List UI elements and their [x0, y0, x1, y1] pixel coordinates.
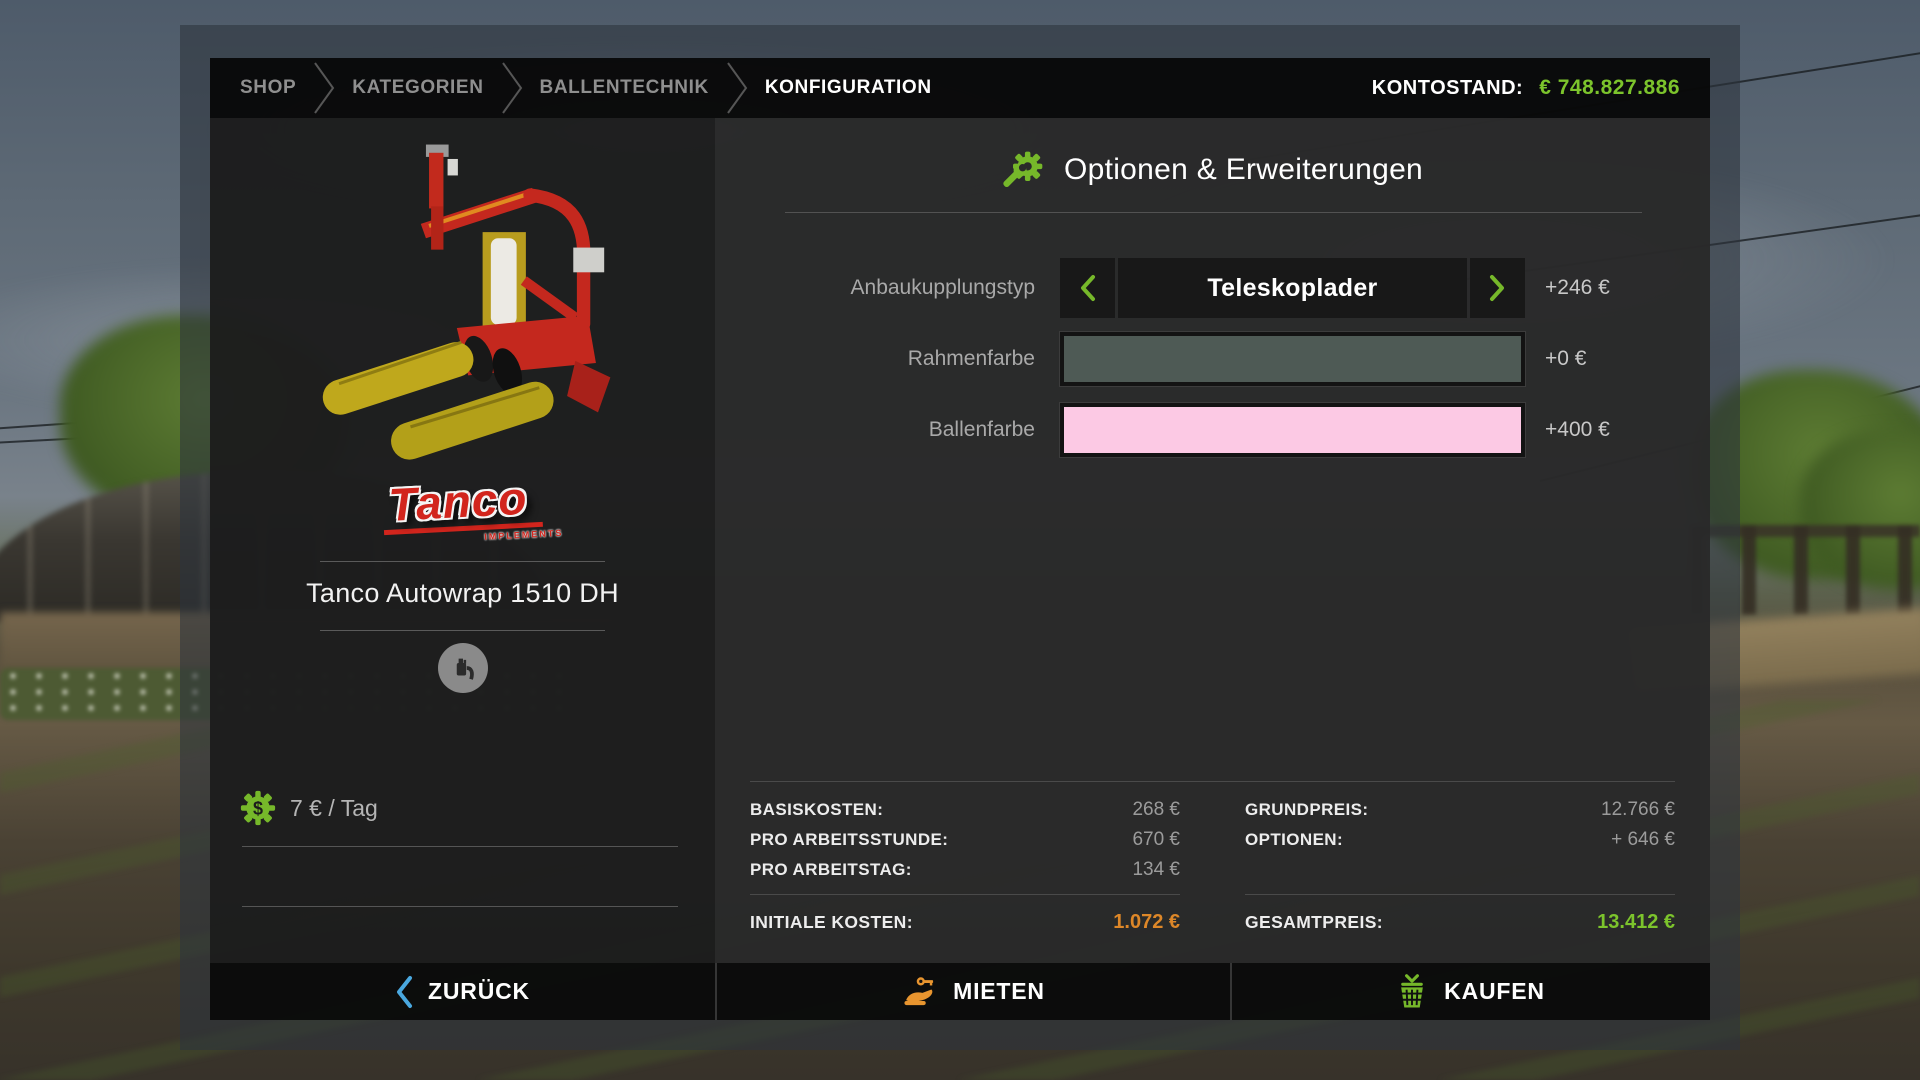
cost-label: PRO ARBEITSTAG: [750, 860, 912, 880]
divider [320, 630, 605, 631]
divider [785, 212, 1642, 213]
breadcrumb-kategorien[interactable]: KATEGORIEN [352, 77, 483, 99]
option-price: +246 € [1545, 276, 1610, 300]
prev-option-button[interactable] [1060, 258, 1115, 318]
dollar-gear-icon: $ [240, 790, 276, 826]
chevron-left-icon [395, 975, 413, 1009]
back-button-label: ZURÜCK [428, 978, 530, 1005]
breadcrumb-shop[interactable]: SHOP [240, 77, 296, 99]
chevron-right-icon [1489, 274, 1506, 302]
cost-row: OPTIONEN: + 646 € [1245, 825, 1675, 855]
brand-logo: Tanco IMPLEMENTS [209, 465, 717, 556]
paint-sprayer-icon [448, 653, 478, 683]
chevron-separator-icon [725, 60, 749, 116]
divider [242, 906, 678, 907]
lease-price: 7 € / Tag [290, 795, 378, 822]
cost-row: PRO ARBEITSTAG: 134 € [750, 855, 1180, 885]
product-panel: Tanco IMPLEMENTS Tanco Autowrap 1510 DH [210, 118, 715, 963]
config-panel: Optionen & Erweiterungen Anbaukupplungst… [715, 118, 1710, 963]
config-row-anbaukupplungstyp: Anbaukupplungstyp Teleskoplader [715, 258, 1710, 318]
lease-costs-column: BASISKOSTEN: 268 € PRO ARBEITSSTUNDE: 67… [750, 795, 1180, 938]
chevron-separator-icon [500, 60, 524, 116]
breadcrumb-ballentechnik[interactable]: BALLENTECHNIK [540, 77, 709, 99]
product-title: Tanco Autowrap 1510 DH [210, 578, 715, 609]
cost-row: GRUNDPREIS: 12.766 € [1245, 795, 1675, 825]
config-row-rahmenfarbe: Rahmenfarbe +0 € [715, 329, 1710, 389]
screen: SHOP KATEGORIEN BALLENTECHNIK KONFIGURAT… [0, 0, 1920, 1080]
brand-logo-text: Tanco [382, 474, 543, 535]
selected-option-value: Teleskoplader [1118, 258, 1467, 318]
cost-label: GRUNDPREIS: [1245, 800, 1368, 820]
back-button[interactable]: ZURÜCK [210, 963, 715, 1020]
lease-price-row: $ 7 € / Tag [240, 790, 378, 826]
purchase-costs-column: GRUNDPREIS: 12.766 € OPTIONEN: + 646 € [1245, 795, 1675, 938]
config-row-label: Anbaukupplungstyp [715, 276, 1035, 300]
divider [750, 894, 1180, 895]
divider [242, 846, 678, 847]
action-bar: ZURÜCK MIETEN [210, 963, 1710, 1020]
config-row-ballenfarbe: Ballenfarbe +400 € [715, 400, 1710, 460]
cost-label: PRO ARBEITSSTUNDE: [750, 830, 948, 850]
next-option-button[interactable] [1470, 258, 1525, 318]
config-title: Optionen & Erweiterungen [1064, 153, 1423, 187]
config-rows: Anbaukupplungstyp Teleskoplader [715, 258, 1710, 471]
balance-label: KONTOSTAND: [1372, 77, 1523, 100]
cost-value: + 646 € [1611, 829, 1675, 851]
config-row-label: Ballenfarbe [715, 418, 1035, 442]
cost-label: BASISKOSTEN: [750, 800, 883, 820]
cost-label: OPTIONEN: [1245, 830, 1343, 850]
options-gear-wrench-icon [1002, 148, 1046, 192]
cost-value: 670 € [1132, 829, 1180, 851]
cost-total-label: INITIALE KOSTEN: [750, 912, 913, 933]
paint-option-badge [438, 643, 488, 693]
option-selector: Teleskoplader [1060, 258, 1525, 318]
frame-color-swatch[interactable] [1060, 332, 1525, 386]
divider [1245, 894, 1675, 895]
rent-button[interactable]: MIETEN [715, 963, 1230, 1020]
divider [320, 561, 605, 562]
chevron-left-icon [1079, 274, 1096, 302]
buy-button[interactable]: KAUFEN [1230, 963, 1708, 1020]
balance-value: € 748.827.886 [1539, 76, 1680, 100]
buy-basket-icon [1395, 973, 1429, 1011]
option-price: +400 € [1545, 418, 1610, 442]
cost-value: 268 € [1132, 799, 1180, 821]
rent-hand-key-icon [902, 974, 938, 1010]
svg-text:$: $ [253, 798, 263, 818]
buy-button-label: KAUFEN [1444, 978, 1545, 1005]
cost-row: PRO ARBEITSSTUNDE: 670 € [750, 825, 1180, 855]
breadcrumb: SHOP KATEGORIEN BALLENTECHNIK KONFIGURAT… [210, 58, 1710, 118]
cost-value: 12.766 € [1601, 799, 1675, 821]
config-header: Optionen & Erweiterungen [715, 148, 1710, 192]
bale-color-swatch[interactable] [1060, 403, 1525, 457]
cost-value: 134 € [1132, 859, 1180, 881]
config-row-label: Rahmenfarbe [715, 347, 1035, 371]
breadcrumb-konfiguration: KONFIGURATION [765, 77, 932, 99]
product-image [262, 126, 662, 466]
cost-total-value: 1.072 € [1113, 911, 1180, 934]
option-price: +0 € [1545, 347, 1586, 371]
chevron-separator-icon [312, 60, 336, 116]
shop-dialog: SHOP KATEGORIEN BALLENTECHNIK KONFIGURAT… [180, 25, 1740, 1050]
cost-row: BASISKOSTEN: 268 € [750, 795, 1180, 825]
rent-button-label: MIETEN [953, 978, 1045, 1005]
cost-summary: BASISKOSTEN: 268 € PRO ARBEITSSTUNDE: 67… [750, 781, 1675, 938]
total-price: GESAMTPREIS: 13.412 € [1245, 906, 1675, 938]
cost-total-label: GESAMTPREIS: [1245, 912, 1383, 933]
account-balance: KONTOSTAND: € 748.827.886 [1372, 76, 1680, 100]
initial-costs-total: INITIALE KOSTEN: 1.072 € [750, 906, 1180, 938]
cost-total-value: 13.412 € [1597, 911, 1675, 934]
